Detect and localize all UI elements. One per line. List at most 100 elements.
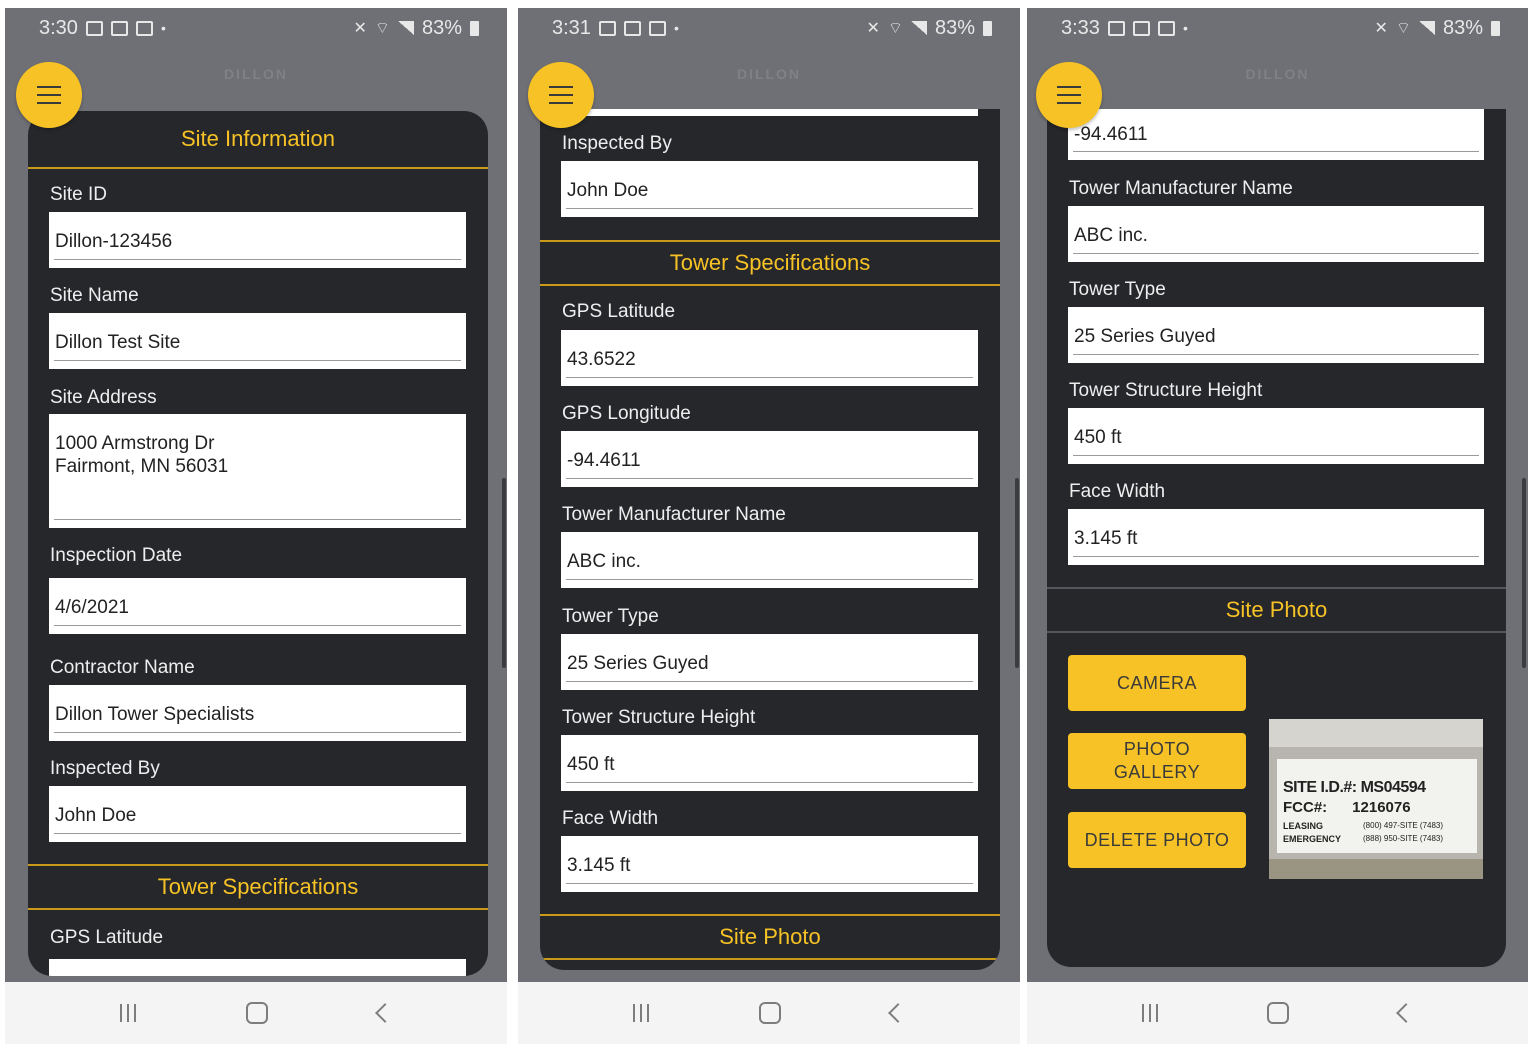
tower-manufacturer-input[interactable]: ABC inc.	[1068, 206, 1484, 262]
scrollbar[interactable]	[1522, 478, 1526, 668]
signal-icon	[397, 21, 414, 35]
input-value: -94.4611	[1074, 124, 1148, 145]
field-label-tower-type: Tower Type	[562, 606, 659, 627]
sign-line-2: FCC#: 1216076	[1283, 799, 1411, 816]
form-card: -94.4611 Tower Manufacturer Name ABC inc…	[1047, 109, 1506, 967]
face-width-input[interactable]: 3.145 ft	[1068, 509, 1484, 565]
gps-longitude-input[interactable]: -94.4611	[561, 431, 978, 487]
phone-screen-3: 3:33 • ✕ ⌔ 83% DILLON -94.4611 Tower Man…	[1027, 8, 1528, 1044]
status-time: 3:30	[39, 16, 78, 39]
android-nav-bar	[1027, 982, 1528, 1044]
section-header-site-photo: Site Photo	[1047, 587, 1506, 633]
face-width-input[interactable]: 3.145 ft	[561, 836, 978, 892]
menu-button[interactable]	[16, 62, 82, 128]
field-label-face-width: Face Width	[562, 808, 659, 829]
sign-line-3-label: LEASING	[1283, 821, 1324, 831]
contractor-name-input[interactable]: Dillon Tower Specialists	[49, 685, 466, 741]
app-logo: DILLON	[223, 66, 289, 82]
home-icon[interactable]	[1267, 1002, 1290, 1024]
section-title: Site Information	[180, 126, 336, 151]
menu-button[interactable]	[528, 62, 594, 128]
wifi-icon: ⌔	[374, 20, 390, 37]
back-icon[interactable]	[1396, 1003, 1417, 1023]
inspection-date-input[interactable]: 4/6/2021	[49, 578, 466, 634]
scrollbar[interactable]	[502, 478, 506, 668]
site-address-input[interactable]: 1000 Armstrong Dr Fairmont, MN 56031	[49, 414, 466, 528]
field-label-inspected-by: Inspected By	[562, 133, 672, 154]
recents-icon[interactable]	[1141, 1004, 1158, 1022]
input-value: 3.145 ft	[567, 855, 631, 876]
form-card: Site Information Site ID Dillon-123456 S…	[28, 111, 488, 976]
notification-icon	[85, 20, 103, 36]
back-icon[interactable]	[888, 1003, 908, 1023]
previous-input[interactable]	[561, 109, 978, 116]
wifi-icon: ⌔	[1395, 20, 1411, 37]
home-icon[interactable]	[759, 1002, 781, 1024]
sign-line-1: SITE I.D.#: MS04594	[1283, 779, 1426, 796]
field-label-tower-manufacturer: Tower Manufacturer Name	[562, 504, 786, 525]
tower-height-input[interactable]: 450 ft	[1068, 408, 1484, 464]
input-value: 3.145 ft	[1074, 528, 1138, 549]
input-value: 4/6/2021	[55, 597, 129, 618]
gps-latitude-input[interactable]: 43.6522	[561, 330, 978, 386]
battery-icon	[1491, 20, 1500, 36]
tower-type-input[interactable]: 25 Series Guyed	[561, 634, 978, 690]
home-icon[interactable]	[246, 1002, 268, 1024]
field-label-inspection-date: Inspection Date	[50, 545, 183, 566]
recents-icon[interactable]	[633, 1004, 649, 1022]
notification-icon	[598, 20, 616, 36]
input-value: Dillon Tower Specialists	[55, 704, 255, 725]
notification-icon	[1107, 20, 1125, 36]
site-id-input[interactable]: Dillon-123456	[49, 212, 466, 268]
camera-button[interactable]: CAMERA	[1068, 655, 1246, 711]
section-title: Tower Specifications	[669, 250, 871, 275]
battery-percent: 83%	[934, 16, 975, 39]
scrollbar[interactable]	[1015, 478, 1019, 668]
delete-photo-button[interactable]: DELETE PHOTO	[1068, 812, 1246, 868]
tower-type-input[interactable]: 25 Series Guyed	[1068, 307, 1484, 363]
field-label-tower-height: Tower Structure Height	[1069, 380, 1263, 401]
gps-longitude-input[interactable]: -94.4611	[1068, 109, 1484, 160]
section-header-site-info: Site Information	[28, 111, 488, 169]
site-photo-thumbnail[interactable]: SITE I.D.#: MS04594 FCC#: 1216076 LEASIN…	[1269, 719, 1483, 879]
image-icon	[1157, 20, 1175, 36]
photo-gallery-button[interactable]: PHOTO GALLERY	[1068, 733, 1246, 789]
image-icon	[648, 20, 666, 36]
mute-icon: ✕	[866, 20, 880, 37]
input-value: Dillon-123456	[55, 231, 173, 252]
image-icon	[135, 20, 153, 36]
battery-icon	[983, 20, 992, 36]
field-label-tower-height: Tower Structure Height	[562, 707, 756, 728]
battery-icon	[470, 20, 479, 36]
recents-icon[interactable]	[120, 1004, 136, 1022]
phone-screen-2: 3:31 • ✕ ⌔ 83% DILLON Inspected By John …	[518, 8, 1020, 1044]
field-label-site-name: Site Name	[50, 285, 139, 306]
input-value: 43.6522	[567, 349, 636, 370]
input-value: Dillon Test Site	[55, 332, 181, 353]
field-label-tower-type: Tower Type	[1069, 279, 1166, 300]
phone-screen-1: 3:30 • ✕ ⌔ 83% DILLON Site Information S…	[5, 8, 507, 1044]
sign-line-3-value: (800) 497-SITE (7483)	[1363, 821, 1444, 830]
back-icon[interactable]	[375, 1003, 395, 1023]
sign-line-4-label: EMERGENCY	[1283, 834, 1342, 844]
tower-manufacturer-input[interactable]: ABC inc.	[561, 532, 978, 588]
field-label-gps-latitude: GPS Latitude	[562, 301, 676, 322]
field-label-gps-longitude: GPS Longitude	[562, 403, 691, 424]
input-value: ABC inc.	[1074, 225, 1148, 246]
gps-latitude-input[interactable]	[49, 959, 466, 976]
inspected-by-input[interactable]: John Doe	[49, 786, 466, 842]
tower-height-input[interactable]: 450 ft	[561, 735, 978, 791]
site-name-input[interactable]: Dillon Test Site	[49, 313, 466, 369]
inspected-by-input[interactable]: John Doe	[561, 161, 978, 217]
app-logo: DILLON	[736, 66, 802, 82]
hamburger-icon	[37, 86, 61, 104]
field-label-tower-manufacturer: Tower Manufacturer Name	[1069, 178, 1293, 199]
input-value: 25 Series Guyed	[1074, 326, 1216, 347]
status-bar: 3:30 • ✕ ⌔ 83%	[5, 8, 507, 48]
status-bar: 3:31 • ✕ ⌔ 83%	[518, 8, 1020, 48]
input-value: 450 ft	[567, 754, 615, 775]
battery-percent: 83%	[421, 16, 462, 39]
status-time: 3:33	[1061, 16, 1100, 39]
field-label-gps-latitude: GPS Latitude	[50, 927, 164, 948]
menu-button[interactable]	[1036, 62, 1102, 128]
